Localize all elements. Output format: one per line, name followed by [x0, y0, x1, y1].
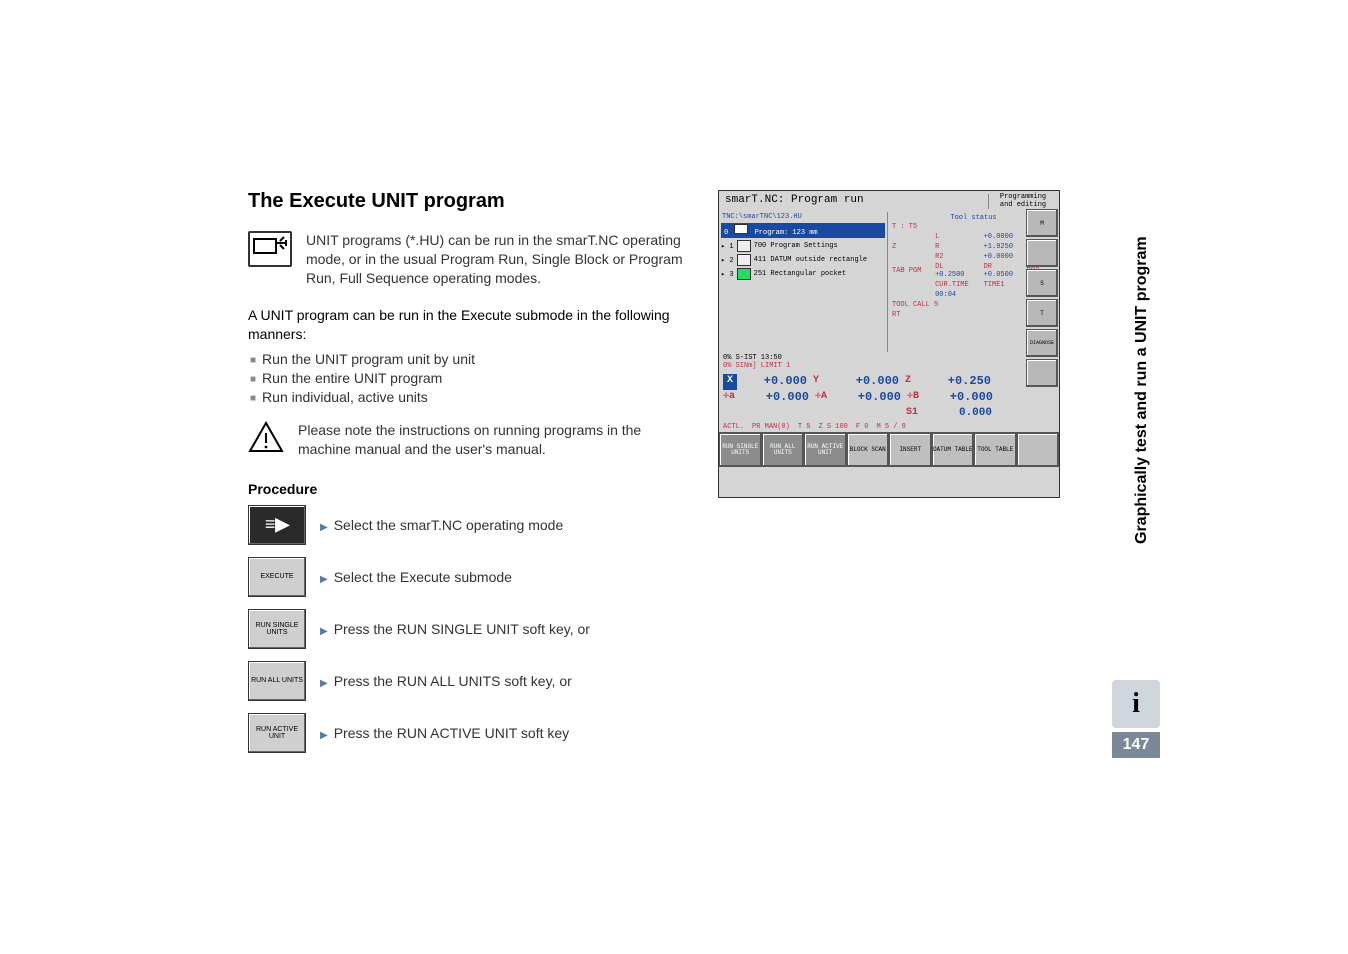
sc-mode: Programming and editing [988, 194, 1053, 209]
datum-icon [737, 254, 751, 266]
info-icon: i [1112, 680, 1160, 728]
position-display: X+0.000 Y+0.000 Z+0.250 ✛a+0.000 ✛A+0.00… [719, 372, 1059, 421]
settings-icon [737, 240, 751, 252]
sidebar-btn[interactable] [1026, 239, 1058, 267]
procedure-step: RUN ALL UNITS Press the RUN ALL UNITS so… [248, 661, 1088, 701]
section-tab: Graphically test and run a UNIT program [1132, 184, 1160, 544]
softkey-block-scan[interactable]: BLOCK SCAN [847, 433, 890, 467]
warning-text: Please note the instructions on running … [298, 421, 678, 459]
mode-key[interactable]: ≡▶ [248, 505, 306, 545]
warning-icon [248, 421, 284, 453]
tree-row[interactable]: ▸ 3251 Rectangular pocket [719, 267, 887, 281]
program-header-line[interactable]: 0 Program: 123 mm [721, 223, 885, 238]
softkey-insert[interactable]: INSERT [889, 433, 932, 467]
pocket-icon [737, 268, 751, 280]
run-all-units-key[interactable]: RUN ALL UNITS [248, 661, 306, 701]
page-number: 147 [1112, 732, 1160, 758]
softkey-tool-table[interactable]: TOOL TABLE [974, 433, 1017, 467]
cnc-screenshot: smarT.NC: Program run Programming and ed… [718, 190, 1060, 498]
procedure-step: EXECUTE Select the Execute submode [248, 557, 1088, 597]
run-single-units-key[interactable]: RUN SINGLE UNITS [248, 609, 306, 649]
status-line: ACTL. PR MAN(0) T 5 Z S 100 F 0 M 5 / 9 [719, 422, 1059, 432]
override-panel: 0% S-IST 13:50 0% SINm] LIMIT 1 [719, 352, 1059, 372]
run-active-unit-key[interactable]: RUN ACTIVE UNIT [248, 713, 306, 753]
sidebar-btn-m[interactable]: M [1026, 209, 1058, 237]
sidebar-btn-s[interactable]: S [1026, 269, 1058, 297]
softkey-empty[interactable] [1017, 433, 1060, 467]
file-path: TNC:\smarTNC\123.HU [719, 212, 887, 222]
procedure-step: RUN SINGLE UNITS Press the RUN SINGLE UN… [248, 609, 1088, 649]
sidebar-btn-diagnose[interactable]: DIAGNOSE [1026, 329, 1058, 357]
sidebar-btn-t[interactable]: T [1026, 299, 1058, 327]
intro-text: A UNIT program can be run in the Execute… [248, 306, 678, 344]
procedure-step: RUN ACTIVE UNIT Press the RUN ACTIVE UNI… [248, 713, 1088, 753]
sc-title: smarT.NC: Program run [725, 194, 864, 209]
note-icon [248, 231, 292, 267]
procedure-text: Press the RUN ACTIVE UNIT soft key [320, 725, 569, 741]
procedure-text: Press the RUN ALL UNITS soft key, or [320, 673, 572, 689]
note-text: UNIT programs (*.HU) can be run in the s… [306, 231, 686, 288]
procedure-text: Select the smarT.NC operating mode [320, 517, 563, 533]
softkey-row: RUN SINGLE UNITS RUN ALL UNITS RUN ACTIV… [719, 432, 1059, 467]
softkey-datum-table[interactable]: DATUM TABLE [932, 433, 975, 467]
sidebar-btn[interactable] [1026, 359, 1058, 387]
softkey-run-all[interactable]: RUN ALL UNITS [762, 433, 805, 467]
procedure-text: Select the Execute submode [320, 569, 512, 585]
softkey-run-active[interactable]: RUN ACTIVE UNIT [804, 433, 847, 467]
tree-row[interactable]: ▸ 2411 DATUM outside rectangle [719, 253, 887, 267]
screenshot-sidebar: M S T DIAGNOSE [1026, 209, 1058, 387]
execute-key[interactable]: EXECUTE [248, 557, 306, 597]
procedure-text: Press the RUN SINGLE UNIT soft key, or [320, 621, 590, 637]
tree-row[interactable]: ▸ 1700 Program Settings [719, 239, 887, 253]
program-tree: TNC:\smarTNC\123.HU 0 Program: 123 mm ▸ … [719, 212, 888, 352]
softkey-run-single[interactable]: RUN SINGLE UNITS [719, 433, 762, 467]
procedure-step: ≡▶ Select the smarT.NC operating mode [248, 505, 1088, 545]
